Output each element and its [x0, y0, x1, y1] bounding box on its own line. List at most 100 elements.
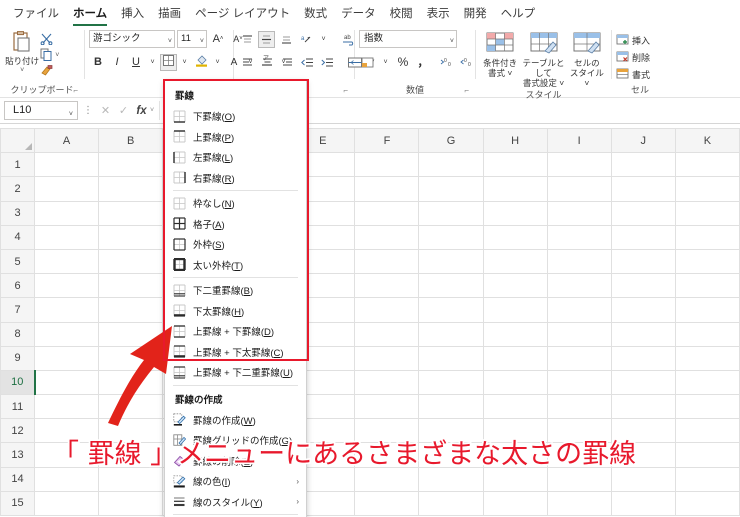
cell-H2[interactable]: [482, 176, 548, 202]
cell-K13[interactable]: [674, 442, 740, 468]
font-size-combo[interactable]: 11 ˅: [177, 30, 207, 48]
cell-F7[interactable]: [354, 297, 420, 323]
orientation-button[interactable]: a: [297, 30, 315, 48]
cell-I5[interactable]: [546, 248, 612, 275]
select-all-corner[interactable]: [0, 128, 35, 154]
menu-item-border-right[interactable]: 右罫線(R): [165, 168, 306, 189]
cell-H7[interactable]: [482, 297, 548, 323]
cell-B3[interactable]: [98, 200, 164, 226]
cell-A4[interactable]: [33, 224, 100, 250]
cell-F2[interactable]: [354, 176, 420, 202]
cell-K6[interactable]: [674, 273, 740, 299]
copy-chevron-icon[interactable]: ˅: [55, 52, 59, 59]
ribbon-tab-10[interactable]: ヘルプ: [494, 1, 543, 26]
decrease-decimal-button[interactable]: 00: [458, 53, 476, 71]
cell-F3[interactable]: [354, 200, 420, 226]
column-header-F[interactable]: F: [354, 128, 420, 154]
menu-item-line-color[interactable]: 線の色(I) ›: [165, 471, 306, 492]
format-cells-button[interactable]: 書式: [616, 66, 650, 83]
cell-A7[interactable]: [33, 297, 100, 323]
menu-item-border-top-doublebottom[interactable]: 上罫線 + 下二重罫線(U): [165, 362, 306, 383]
increase-indent-button[interactable]: [318, 53, 336, 71]
cell-H6[interactable]: [482, 273, 548, 299]
cell-J7[interactable]: [610, 297, 676, 323]
menu-item-border-top[interactable]: 上罫線(P): [165, 127, 306, 148]
column-header-A[interactable]: A: [33, 128, 100, 154]
row-header-10[interactable]: 10: [0, 369, 36, 396]
cell-G9[interactable]: [418, 345, 484, 371]
cell-A6[interactable]: [33, 273, 100, 299]
submenu-chevron-icon[interactable]: ›: [296, 477, 299, 486]
row-header-15[interactable]: 15: [0, 490, 35, 517]
cell-A5[interactable]: [33, 248, 100, 275]
menu-item-draw-border[interactable]: 罫線の作成(W): [165, 410, 306, 431]
cell-I10[interactable]: [546, 369, 612, 396]
menu-item-border-thick-bottom[interactable]: 下太罫線(H): [165, 301, 306, 322]
cell-G1[interactable]: [418, 152, 484, 178]
cell-G4[interactable]: [418, 224, 484, 250]
check-icon[interactable]: ✓: [116, 104, 131, 117]
cell-K15[interactable]: [674, 490, 740, 517]
column-header-K[interactable]: K: [674, 128, 740, 154]
cell-J2[interactable]: [610, 176, 676, 202]
cell-H10[interactable]: [482, 369, 548, 396]
cell-A15[interactable]: [33, 490, 100, 517]
ribbon-tab-7[interactable]: 校閲: [383, 1, 420, 26]
format-as-table-button[interactable]: テーブルとして 書式設定 ˅: [520, 31, 567, 88]
increase-font-size-button[interactable]: A ˄: [209, 30, 227, 48]
cell-H15[interactable]: [482, 490, 548, 517]
row-header-3[interactable]: 3: [0, 200, 35, 226]
cell-F9[interactable]: [354, 345, 420, 371]
cell-G10[interactable]: [418, 369, 484, 396]
cell-K11[interactable]: [674, 394, 740, 420]
cut-button[interactable]: [40, 32, 80, 47]
submenu-chevron-icon[interactable]: ›: [296, 497, 299, 506]
bold-button[interactable]: B: [89, 53, 107, 71]
cell-K2[interactable]: [674, 176, 740, 202]
cell-K4[interactable]: [674, 224, 740, 250]
row-header-1[interactable]: 1: [0, 152, 35, 178]
cell-G3[interactable]: [418, 200, 484, 226]
cell-K14[interactable]: [674, 466, 740, 492]
chevron-down-icon[interactable]: ˅: [200, 34, 204, 50]
cell-K9[interactable]: [674, 345, 740, 371]
column-header-I[interactable]: I: [546, 128, 612, 154]
cell-H5[interactable]: [482, 248, 548, 275]
cell-I9[interactable]: [546, 345, 612, 371]
orientation-chevron-icon[interactable]: ˅: [317, 30, 330, 48]
borders-button[interactable]: [160, 53, 177, 71]
cell-I4[interactable]: [546, 224, 612, 250]
underline-button[interactable]: U: [127, 53, 145, 71]
row-header-8[interactable]: 8: [0, 321, 35, 347]
underline-chevron-icon[interactable]: ˅: [146, 53, 159, 71]
insert-cells-button[interactable]: 挿入: [616, 32, 650, 49]
cell-J10[interactable]: [610, 369, 676, 396]
row-header-6[interactable]: 6: [0, 273, 35, 299]
cell-F8[interactable]: [354, 321, 420, 347]
number-format-combo[interactable]: 指数 ˅: [359, 30, 457, 48]
accounting-format-button[interactable]: [359, 53, 377, 71]
cell-K10[interactable]: [674, 369, 740, 396]
cell-K3[interactable]: [674, 200, 740, 226]
comma-style-button[interactable]: ，: [414, 53, 432, 71]
align-left-button[interactable]: [238, 53, 256, 71]
column-header-J[interactable]: J: [610, 128, 676, 154]
cell-I2[interactable]: [546, 176, 612, 202]
fill-color-chevron-icon[interactable]: ˅: [211, 53, 224, 71]
increase-decimal-button[interactable]: 00: [438, 53, 456, 71]
cell-H1[interactable]: [482, 152, 548, 178]
cell-K7[interactable]: [674, 297, 740, 323]
format-painter-button[interactable]: [40, 64, 80, 79]
cell-J3[interactable]: [610, 200, 676, 226]
ribbon-tab-6[interactable]: データ: [334, 1, 383, 26]
cell-H4[interactable]: [482, 224, 548, 250]
cell-H11[interactable]: [482, 394, 548, 420]
cell-B1[interactable]: [98, 152, 164, 178]
cell-J5[interactable]: [610, 248, 676, 275]
cell-B15[interactable]: [98, 490, 164, 517]
column-header-H[interactable]: H: [482, 128, 548, 154]
align-bottom-button[interactable]: [277, 30, 295, 48]
cell-F5[interactable]: [354, 248, 420, 275]
fx-chevron-icon[interactable]: ˅: [150, 107, 154, 114]
cell-G5[interactable]: [418, 248, 484, 275]
